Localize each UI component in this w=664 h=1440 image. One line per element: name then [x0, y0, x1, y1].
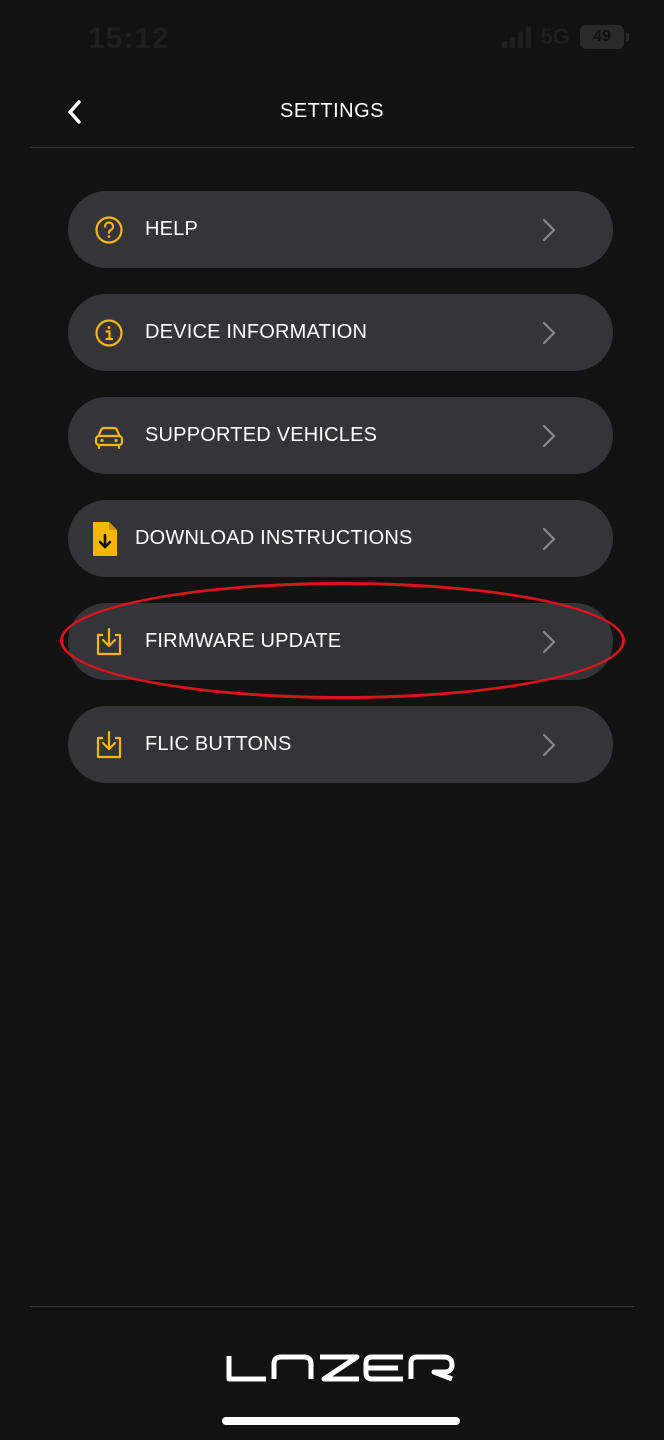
status-time: 15:12 — [88, 22, 170, 55]
menu-item-label: DOWNLOAD INSTRUCTIONS — [135, 527, 413, 549]
menu-item-label: FIRMWARE UPDATE — [145, 630, 342, 652]
footer-divider — [30, 1306, 634, 1307]
settings-menu: HELP DEVICE INFORMATION SUPPORTED VEHICL… — [68, 191, 613, 809]
menu-item-supported-vehicles[interactable]: SUPPORTED VEHICLES — [68, 397, 613, 474]
menu-item-label: DEVICE INFORMATION — [145, 321, 368, 343]
menu-item-label: FLIC BUTTONS — [145, 733, 292, 755]
chevron-right-icon — [542, 218, 556, 242]
chevron-right-icon — [542, 527, 556, 551]
battery-icon: 49 — [580, 25, 629, 49]
car-icon — [94, 426, 124, 450]
download-tray-icon — [96, 627, 122, 656]
menu-item-help[interactable]: HELP — [68, 191, 613, 268]
chevron-right-icon — [542, 733, 556, 757]
network-type: 5G — [540, 24, 570, 49]
menu-item-download-instructions[interactable]: DOWNLOAD INSTRUCTIONS — [68, 500, 613, 577]
menu-item-firmware-update[interactable]: FIRMWARE UPDATE — [68, 603, 613, 680]
header-divider — [30, 147, 634, 148]
status-indicators: 5G 49 — [501, 24, 629, 50]
header: SETTINGS — [0, 80, 664, 146]
page-title: SETTINGS — [279, 100, 384, 122]
chevron-right-icon — [542, 630, 556, 654]
question-circle-icon — [95, 216, 123, 244]
signal-icon — [501, 26, 531, 48]
lazer-logo — [226, 1354, 455, 1382]
info-circle-icon — [95, 319, 123, 347]
chevron-right-icon — [542, 424, 556, 448]
status-bar: 15:12 5G 49 — [0, 0, 664, 80]
download-tray-icon — [96, 730, 122, 759]
chevron-right-icon — [542, 321, 556, 345]
menu-item-label: HELP — [145, 218, 199, 240]
menu-item-label: SUPPORTED VEHICLES — [145, 424, 378, 446]
menu-item-flic-buttons[interactable]: FLIC BUTTONS — [68, 706, 613, 783]
home-indicator[interactable] — [222, 1417, 460, 1425]
document-download-icon — [93, 522, 117, 556]
menu-item-device-information[interactable]: DEVICE INFORMATION — [68, 294, 613, 371]
